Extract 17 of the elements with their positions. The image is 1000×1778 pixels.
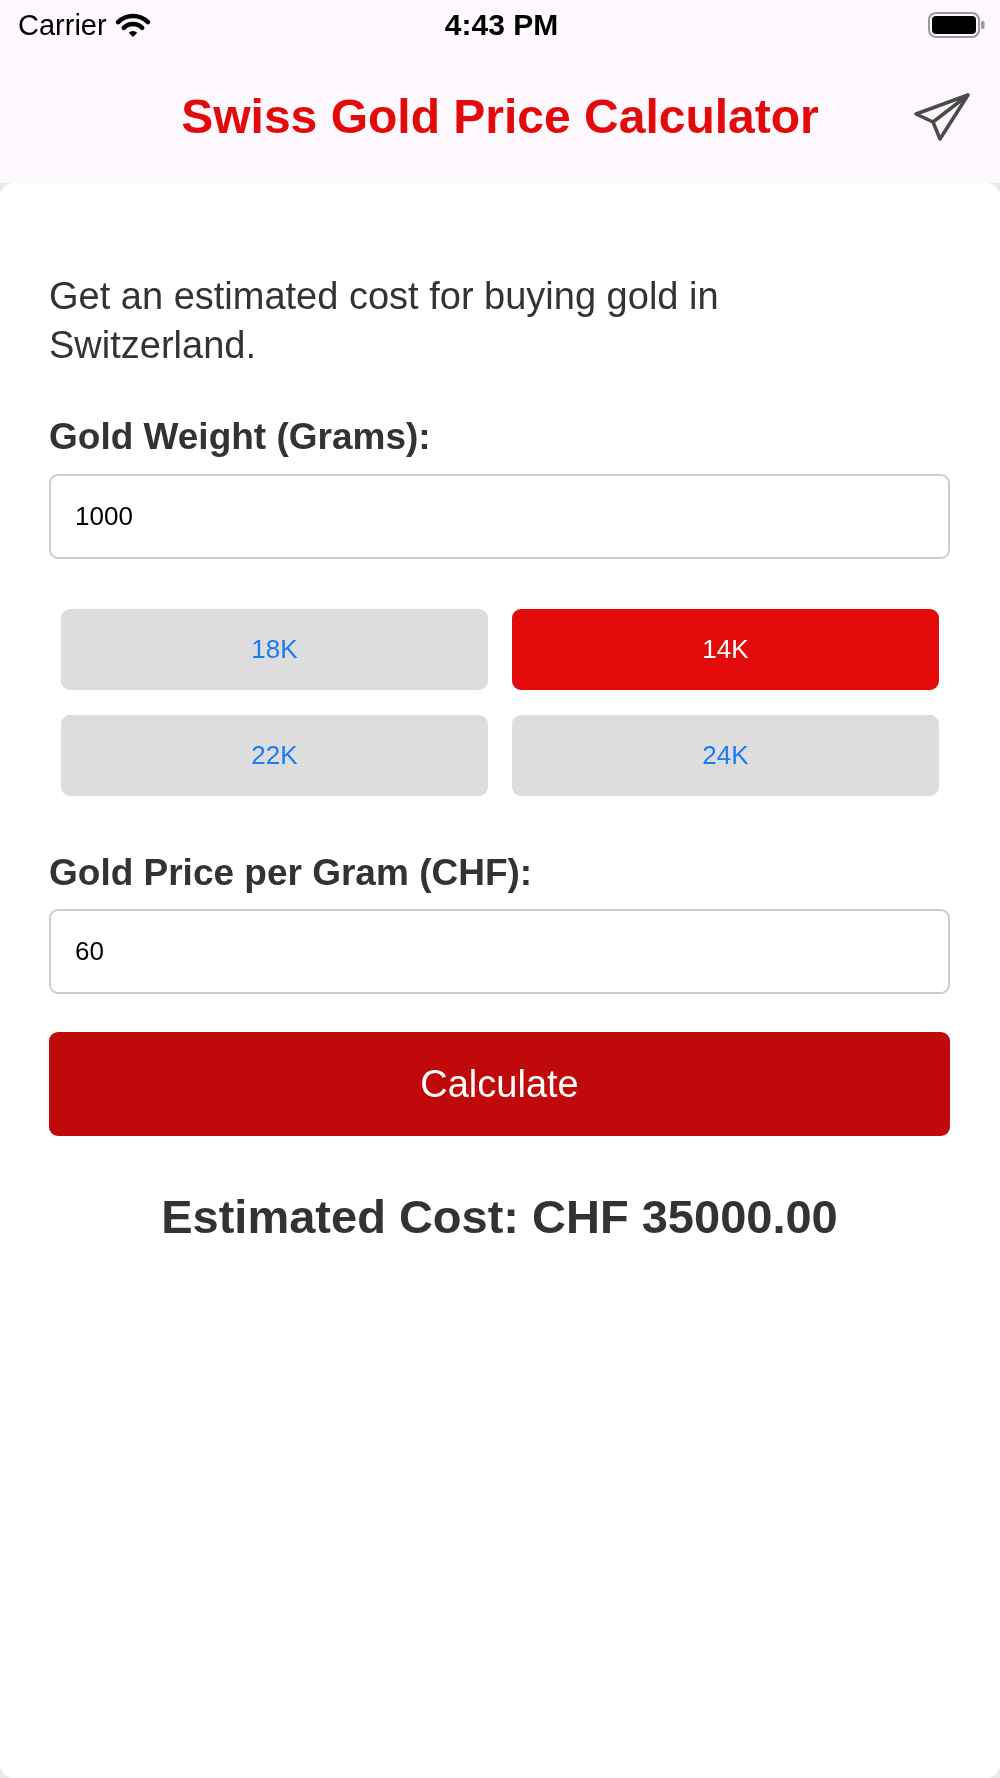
weight-input[interactable]: 1000 [49,474,950,559]
intro-text: Get an estimated cost for buying gold in Switzerland. [49,274,720,368]
paper-plane-icon[interactable] [913,91,971,142]
karat-option[interactable]: 14K [512,609,939,690]
wifi-icon [114,12,151,38]
clock-time: 4:43 PM [444,10,559,40]
field-label: Gold Weight (Grams): [49,415,432,459]
estimated-cost-text: Estimated Cost: CHF 35000.00 [160,1189,839,1245]
app-title: Swiss Gold Price Calculator [181,88,819,145]
field-label: Gold Price per Gram (CHF): [49,851,534,895]
karat-option[interactable]: 18K [61,609,488,690]
karat-option[interactable]: 24K [512,715,939,796]
calculate-button[interactable]: Calculate [49,1032,950,1136]
karat-option[interactable]: 22K [61,715,488,796]
price-input[interactable]: 60 [49,909,950,994]
battery-icon [928,12,985,38]
carrier-label: Carrier [18,10,107,40]
